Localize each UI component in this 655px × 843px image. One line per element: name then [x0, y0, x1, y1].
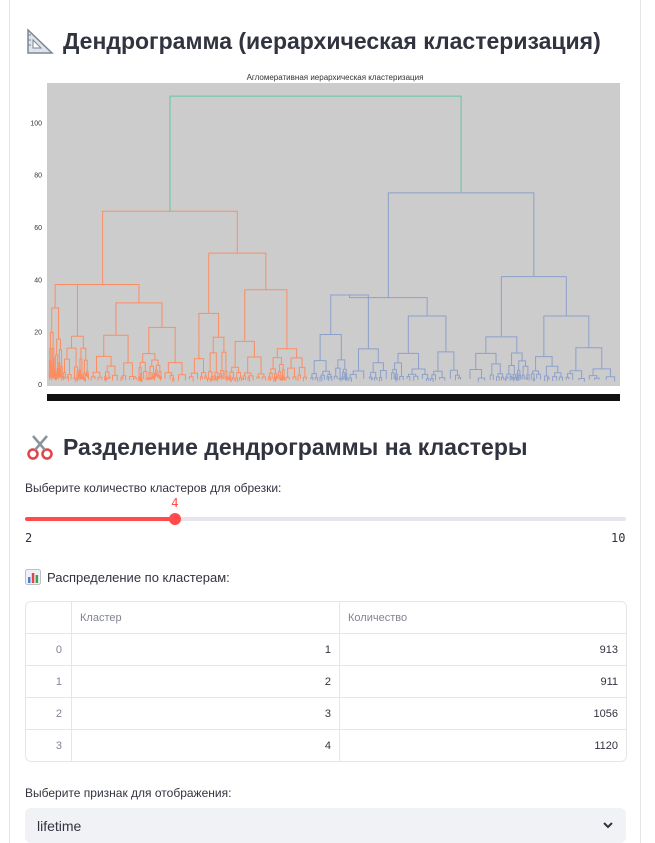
- slider-label: Выберите количество кластеров для обрезк…: [25, 481, 282, 495]
- cell-cluster[interactable]: 4: [71, 730, 339, 761]
- dendrogram-link: [84, 377, 86, 382]
- bar-chart-icon: [25, 569, 41, 585]
- dendrogram-link: [77, 373, 80, 380]
- cell-count[interactable]: 1056: [339, 698, 626, 729]
- table-row[interactable]: 0 1 913: [26, 633, 626, 665]
- triangular-ruler-icon: [25, 26, 55, 56]
- y-tick-label: 100: [30, 120, 42, 127]
- dendrogram-link: [51, 365, 54, 377]
- slider-fill: [25, 517, 176, 521]
- row-index: 3: [55, 739, 62, 752]
- feature-select-value: lifetime: [37, 817, 82, 834]
- dendrogram-link: [53, 367, 56, 379]
- dendrogram-link: [228, 377, 231, 381]
- dendrogram-link: [85, 373, 88, 377]
- slider-max-label: 10: [611, 531, 626, 545]
- dendrogram-link: [140, 377, 143, 382]
- dendrogram-link: [56, 368, 59, 375]
- cluster-count-slider[interactable]: [25, 513, 626, 525]
- section-split-header: Разделение дендрограммы на кластеры: [25, 432, 528, 462]
- y-tick-label: 20: [34, 330, 42, 337]
- y-axis: 0 20 40 60 80 100: [30, 120, 42, 389]
- cell-count[interactable]: 1120: [339, 730, 626, 761]
- y-tick-label: 80: [34, 173, 42, 180]
- dendrogram-link: [54, 371, 57, 378]
- section-dendrogram-title: Дендрограмма (иерархическая кластеризаци…: [63, 27, 601, 54]
- row-index: 1: [55, 675, 62, 688]
- dendrogram-link: [516, 372, 519, 377]
- slider-min-label: 2: [25, 531, 33, 545]
- dendrogram-link: [56, 373, 59, 379]
- table-header-row: Кластер Количество: [26, 602, 626, 633]
- leaf-label-band: [47, 394, 620, 401]
- scissors-icon: [25, 432, 55, 462]
- dendrogram-link: [341, 376, 344, 381]
- cell-cluster[interactable]: 2: [71, 666, 339, 697]
- dendrogram-link: [103, 378, 106, 381]
- dendrogram-link: [153, 374, 155, 381]
- row-index: 2: [55, 707, 62, 720]
- y-tick-label: 60: [34, 225, 42, 232]
- section-split-title: Разделение дендрограммы на кластеры: [63, 433, 528, 460]
- feature-select[interactable]: lifetime: [25, 808, 626, 843]
- row-index: 0: [55, 643, 62, 656]
- y-tick-label: 0: [38, 382, 42, 389]
- table-row[interactable]: 3 4 1120: [26, 729, 626, 761]
- index-header: [26, 602, 71, 633]
- cell-count[interactable]: 913: [339, 634, 626, 665]
- slider-current-value: 4: [171, 496, 179, 510]
- dendrogram-link: [229, 377, 232, 382]
- feature-select-label: Выберите признак для отображения:: [25, 786, 232, 800]
- dendrogram-link: [80, 377, 83, 380]
- table-row[interactable]: 2 3 1056: [26, 697, 626, 729]
- slider-thumb[interactable]: [169, 513, 182, 525]
- y-tick-label: 40: [34, 277, 42, 284]
- dendrogram-link: [214, 377, 217, 381]
- dendrogram-link: [138, 376, 140, 382]
- dendrogram-link: [55, 376, 57, 381]
- dendrogram-link: [59, 368, 61, 378]
- chart-title: Агломеративная иерархическая кластеризац…: [247, 73, 424, 82]
- column-header-cluster[interactable]: Кластер: [71, 602, 339, 633]
- cell-cluster[interactable]: 1: [71, 634, 339, 665]
- dendrogram-link: [504, 378, 507, 381]
- dendrogram-chart: Агломеративная иерархическая кластеризац…: [30, 73, 620, 401]
- cluster-distribution-table[interactable]: Кластер Количество 0 1 913 1 2 911 2 3 1…: [25, 601, 627, 762]
- distribution-label: Распределение по кластерам:: [47, 569, 230, 585]
- distribution-heading: Распределение по кластерам:: [25, 569, 230, 585]
- chevron-down-icon: [602, 818, 614, 834]
- dendrogram-link: [48, 360, 51, 374]
- table-row[interactable]: 1 2 911: [26, 665, 626, 697]
- cell-count[interactable]: 911: [339, 666, 626, 697]
- section-dendrogram-header: Дендрограмма (иерархическая кластеризаци…: [25, 26, 601, 56]
- column-header-count[interactable]: Количество: [339, 602, 626, 633]
- cell-cluster[interactable]: 3: [71, 698, 339, 729]
